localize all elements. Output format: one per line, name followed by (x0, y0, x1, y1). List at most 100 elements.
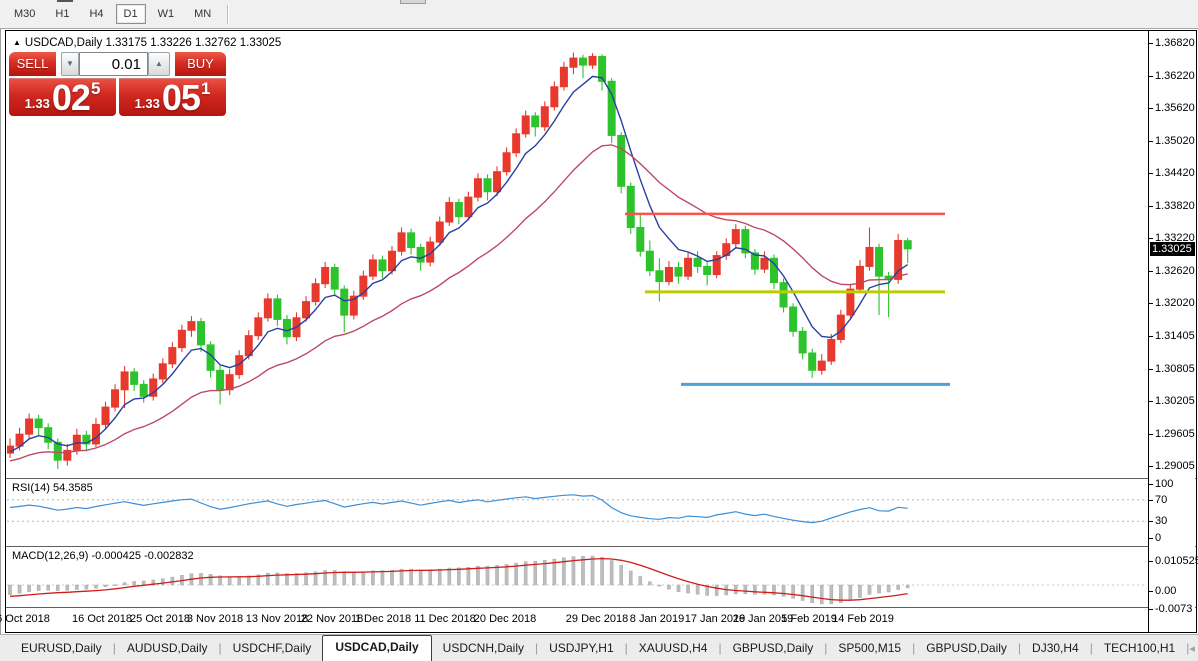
timeframe-button-m30[interactable]: M30 (6, 4, 43, 24)
price-axis-tick (1149, 206, 1153, 207)
price-axis-tick (1149, 466, 1153, 467)
bid-price-pip: 5 (91, 79, 100, 99)
tab-usdchf-daily[interactable]: USDCHF,Daily (222, 636, 323, 661)
ma-slow-line (10, 145, 908, 461)
candle (198, 322, 205, 345)
price-axis-tick (1149, 76, 1153, 77)
candle (580, 58, 587, 65)
ask-price-panel[interactable]: 1.33051 (119, 78, 226, 116)
macd-axis-label: 0.010525 (1155, 555, 1198, 567)
time-axis-label: 1 Dec 2018 (355, 613, 411, 625)
candle (312, 284, 319, 302)
one-click-trading-widget: SELL ▼ ▲ BUY 1.33025 1.33051 (9, 52, 226, 116)
candle (818, 361, 825, 370)
chart-tab-bar: EURUSD,Daily|AUDUSD,Daily|USDCHF,DailyUS… (0, 634, 1198, 661)
toolbar-separator (227, 5, 229, 24)
candle (169, 348, 176, 364)
candle (408, 233, 415, 248)
candle (178, 330, 185, 347)
tab-scroll-left-icon[interactable]: ◂ (1189, 643, 1195, 655)
timeframe-button-w1[interactable]: W1 (150, 4, 183, 24)
rsi-panel[interactable] (7, 479, 1147, 546)
tab-gbpusd-daily[interactable]: GBPUSD,Daily (722, 636, 825, 661)
tab-scroll-arrows: ◂▸ (1189, 642, 1198, 661)
tab-usdjpy-h1[interactable]: USDJPY,H1 (538, 636, 624, 661)
rsi-axis-label: 30 (1155, 515, 1167, 527)
candle (570, 58, 577, 67)
chart-symbol-label: USDCAD,Daily (25, 37, 102, 49)
candle (503, 153, 510, 172)
price-axis-label: 1.35620 (1155, 102, 1195, 114)
buy-button[interactable]: BUY (175, 52, 226, 76)
candle (513, 134, 520, 153)
candle (283, 319, 290, 336)
macd-axis-tick (1149, 609, 1153, 610)
rsi-axis-tick (1149, 484, 1153, 485)
bid-price-panel[interactable]: 1.33025 (9, 78, 116, 116)
candle (26, 419, 33, 434)
timeframe-button-h1[interactable]: H1 (47, 4, 77, 24)
tab-sp500-m15[interactable]: SP500,M15 (827, 636, 912, 661)
candle (217, 370, 224, 389)
price-axis-label: 1.34420 (1155, 167, 1195, 179)
tab-usdcad-daily[interactable]: USDCAD,Daily (322, 635, 431, 661)
time-axis-label: 25 Oct 2018 (130, 613, 190, 625)
collapse-icon[interactable]: ▲ (13, 38, 21, 47)
candle (675, 267, 682, 276)
timeframe-button-d1[interactable]: D1 (116, 4, 146, 24)
chevron-up-icon: ▲ (155, 59, 163, 68)
price-axis-tick (1149, 108, 1153, 109)
tab-usdcnh-daily[interactable]: USDCNH,Daily (432, 636, 535, 661)
chart-title-bar: ▲USDCAD,Daily 1.33175 1.33226 1.32762 1.… (13, 37, 281, 49)
timeframe-button-mn[interactable]: MN (186, 4, 219, 24)
rsi-label: RSI(14) 54.3585 (12, 482, 93, 494)
volume-input[interactable] (79, 52, 148, 76)
price-axis-label: 1.32620 (1155, 265, 1195, 277)
volume-decrease-button[interactable]: ▼ (61, 52, 79, 76)
tab-gbpusd-daily[interactable]: GBPUSD,Daily (915, 636, 1018, 661)
tab-audusd-daily[interactable]: AUDUSD,Daily (116, 636, 219, 661)
candle (856, 266, 863, 289)
tab-eurusd-daily[interactable]: EURUSD,Daily (10, 636, 113, 661)
timeframe-button-h4[interactable]: H4 (81, 4, 111, 24)
price-axis-label: 1.29605 (1155, 428, 1195, 440)
candle (589, 56, 596, 65)
macd-axis-tick (1149, 591, 1153, 592)
candle (780, 283, 787, 307)
candle (159, 364, 166, 379)
sell-button[interactable]: SELL (9, 52, 56, 76)
chart-tabs: EURUSD,Daily|AUDUSD,Daily|USDCHF,DailyUS… (10, 635, 1189, 661)
candle (45, 428, 52, 443)
time-axis-label: 13 Nov 2018 (246, 613, 308, 625)
candle (112, 390, 119, 407)
time-axis-label: 11 Dec 2018 (414, 613, 476, 625)
rsi-axis-label: 100 (1155, 478, 1173, 490)
candle (799, 331, 806, 353)
candle (226, 375, 233, 390)
tab-xauusd-h4[interactable]: XAUUSD,H4 (628, 636, 719, 661)
tab-dj30-h4[interactable]: DJ30,H4 (1021, 636, 1090, 661)
candle (102, 407, 109, 424)
volume-increase-button[interactable]: ▲ (148, 52, 170, 76)
tab-tech100-h1[interactable]: TECH100,H1 (1093, 636, 1186, 661)
candle (790, 307, 797, 331)
toolbar-artifact-box (400, 0, 426, 4)
price-axis-tick (1149, 336, 1153, 337)
candle (255, 318, 262, 336)
price-axis-tick (1149, 369, 1153, 370)
candle (761, 258, 768, 269)
macd-axis-label: -0.0073 (1155, 603, 1192, 615)
candle (446, 203, 453, 222)
trading-terminal: M30H1H4D1W1MN 6 Oct 201816 Oct 201825 Oc… (0, 0, 1198, 661)
candle (465, 197, 472, 216)
price-axis-label: 1.36820 (1155, 37, 1195, 49)
candle (828, 339, 835, 361)
ask-price-pip: 1 (201, 79, 210, 99)
candle (35, 419, 42, 428)
bid-price-prefix: 1.33 (25, 96, 50, 111)
candle (532, 116, 539, 127)
price-axis-tick (1149, 401, 1153, 402)
candle (331, 267, 338, 289)
candle (484, 179, 491, 192)
candle (140, 384, 147, 396)
